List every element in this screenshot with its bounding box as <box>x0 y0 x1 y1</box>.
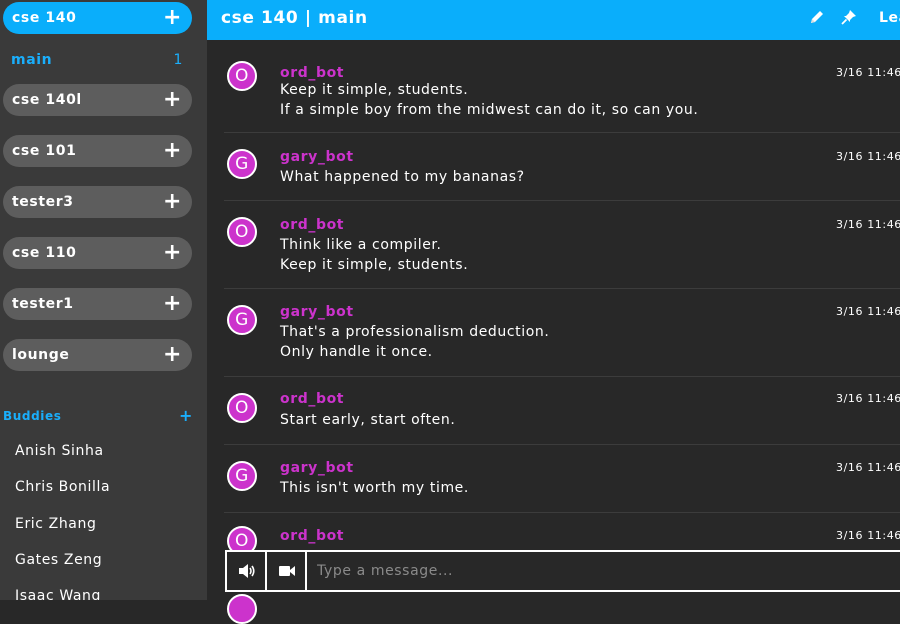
plus-icon[interactable]: + <box>163 135 182 166</box>
message-author[interactable]: ord_bot <box>280 390 344 408</box>
channel-cse-110[interactable]: cse 110 + <box>3 237 192 269</box>
plus-icon[interactable]: + <box>163 186 182 217</box>
pin-icon[interactable] <box>841 9 859 27</box>
channel-label: tester3 <box>12 194 74 210</box>
buddy-item[interactable]: Eric Zhang <box>15 512 96 536</box>
page-title: cse 140 | main <box>221 8 368 28</box>
message-timestamp: 3/16 11:46 P <box>836 461 900 474</box>
subchannel-main[interactable]: main 1 <box>11 49 186 71</box>
plus-icon[interactable]: + <box>163 339 182 370</box>
avatar: O <box>227 61 257 91</box>
buddy-item[interactable]: Anish Sinha <box>15 439 104 463</box>
message-author[interactable]: gary_bot <box>280 303 354 321</box>
sidebar: cse 140 + main 1 cse 140l + cse 101 + te… <box>0 0 207 600</box>
message-item: G gary_bot 3/16 11:46 P What happened to… <box>224 133 900 201</box>
message-text: If a simple boy from the midwest can do … <box>280 101 699 118</box>
message-text: Start early, start often. <box>280 412 456 428</box>
buddies-title: Buddies <box>3 409 62 423</box>
message-text: Think like a compiler. <box>280 237 442 253</box>
message-input[interactable] <box>317 552 877 590</box>
buddy-item[interactable]: Gates Zeng <box>15 548 102 572</box>
buddies-header: Buddies + <box>3 406 193 426</box>
message-item: O ord_bot 3/16 11:46 P Start early, star… <box>224 377 900 445</box>
message-item: G gary_bot 3/16 11:46 P That's a profess… <box>224 289 900 377</box>
avatar: G <box>227 149 257 179</box>
channel-label: cse 140 <box>12 10 77 26</box>
channel-tester3[interactable]: tester3 + <box>3 186 192 218</box>
channel-label: cse 101 <box>12 143 77 159</box>
channel-label: cse 110 <box>12 245 77 261</box>
avatar <box>227 594 257 624</box>
unread-count: 1 <box>173 52 183 68</box>
message-text: What happened to my bananas? <box>280 169 525 185</box>
avatar: G <box>227 461 257 491</box>
plus-icon[interactable]: + <box>163 84 182 115</box>
plus-icon[interactable]: + <box>163 288 182 319</box>
channel-cse-101[interactable]: cse 101 + <box>3 135 192 167</box>
leave-button[interactable]: Lea <box>879 0 900 36</box>
video-call-button[interactable] <box>267 552 307 590</box>
message-timestamp: 3/16 11:46 P <box>836 305 900 318</box>
audio-call-button[interactable] <box>227 552 267 590</box>
message-timestamp: 3/16 11:46 P <box>836 392 900 405</box>
avatar: O <box>227 217 257 247</box>
message-item: G gary_bot 3/16 11:46 P This isn't worth… <box>224 445 900 513</box>
plus-icon[interactable]: + <box>163 2 182 33</box>
message-author[interactable]: ord_bot <box>280 527 344 545</box>
message-author[interactable]: ord_bot <box>280 64 344 82</box>
message-composer <box>225 550 900 592</box>
message-text: Keep it simple, students. <box>280 256 469 273</box>
message-author[interactable]: ord_bot <box>280 216 344 234</box>
message-item: O ord_bot 3/16 11:46 P Think like a comp… <box>224 201 900 289</box>
add-buddy-icon[interactable]: + <box>179 406 193 426</box>
avatar: G <box>227 305 257 335</box>
avatar: O <box>227 393 257 423</box>
buddy-item[interactable]: Isaac Wang <box>15 584 101 600</box>
buddy-item[interactable]: Chris Bonilla <box>15 475 110 499</box>
channel-label: lounge <box>12 347 70 363</box>
channel-lounge[interactable]: lounge + <box>3 339 192 371</box>
message-item: O ord_bot 3/16 11:46 P Keep it simple, s… <box>224 45 900 133</box>
channel-cse-140[interactable]: cse 140 + <box>3 2 192 34</box>
message-timestamp: 3/16 11:46 P <box>836 66 900 79</box>
message-timestamp: 3/16 11:46 P <box>836 529 900 542</box>
message-text: That's a professionalism deduction. <box>280 324 550 340</box>
message-timestamp: 3/16 11:46 P <box>836 150 900 163</box>
message-text: Keep it simple, students. <box>280 82 469 98</box>
channel-cse-140l[interactable]: cse 140l + <box>3 84 192 116</box>
message-text: This isn't worth my time. <box>280 480 469 496</box>
subchannel-label: main <box>11 52 53 68</box>
channel-label: cse 140l <box>12 92 82 108</box>
channel-tester1[interactable]: tester1 + <box>3 288 192 320</box>
plus-icon[interactable]: + <box>163 237 182 268</box>
message-list[interactable]: O ord_bot 3/16 11:46 P Keep it simple, s… <box>207 40 900 600</box>
channel-label: tester1 <box>12 296 74 312</box>
message-timestamp: 3/16 11:46 P <box>836 218 900 231</box>
message-author[interactable]: gary_bot <box>280 148 354 166</box>
pencil-icon[interactable] <box>809 9 827 27</box>
message-text: Only handle it once. <box>280 343 433 360</box>
message-author[interactable]: gary_bot <box>280 459 354 477</box>
chat-header: cse 140 | main Lea <box>207 0 900 40</box>
